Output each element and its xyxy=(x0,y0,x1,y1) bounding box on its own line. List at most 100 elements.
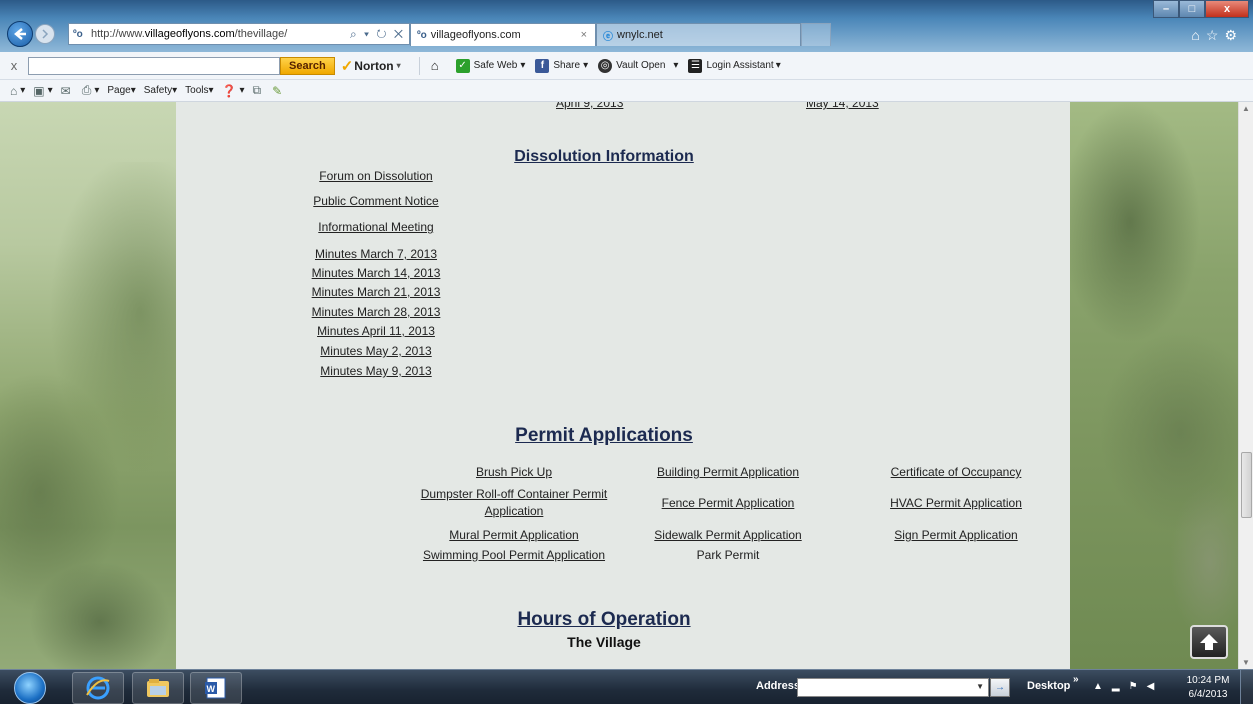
forward-button[interactable] xyxy=(35,24,55,44)
permit-cell: Swimming Pool Permit Application xyxy=(404,547,624,564)
permit-link[interactable]: Mural Permit Application xyxy=(449,528,578,542)
permit-link[interactable]: Dumpster Roll-off Container Permit Appli… xyxy=(421,487,608,518)
close-window-button[interactable]: x xyxy=(1205,0,1249,18)
permit-link[interactable]: Certificate of Occupancy xyxy=(891,465,1022,479)
minutes-link[interactable]: Minutes March 14, 2013 xyxy=(312,266,441,280)
norton-button[interactable]: ✓ Norton ▾ xyxy=(341,57,401,75)
chevron-down-icon: ▾ xyxy=(673,60,679,71)
vertical-scrollbar[interactable]: ▲ ▼ xyxy=(1238,102,1253,669)
show-desktop-button[interactable] xyxy=(1240,670,1253,704)
taskbar-explorer-button[interactable] xyxy=(132,672,184,704)
permit-link[interactable]: Sidewalk Permit Application xyxy=(654,528,801,542)
dissolution-link[interactable]: Forum on Dissolution xyxy=(319,169,432,183)
taskbar-desktop-label[interactable]: Desktop xyxy=(1027,680,1070,692)
tab-villageoflyons[interactable]: ºo villageoflyons.com × xyxy=(410,23,596,46)
feeds-command[interactable]: ▣ ▾ xyxy=(33,84,52,98)
dissolution-link-row: Minutes March 21, 2013 xyxy=(176,285,576,299)
permit-link[interactable]: Brush Pick Up xyxy=(476,465,552,479)
help-menu[interactable]: ❓ ▾ xyxy=(222,84,245,98)
minutes-link[interactable]: Minutes April 11, 2013 xyxy=(317,324,435,338)
safe-web-button[interactable]: ✓ Safe Web ▾ xyxy=(455,58,525,73)
address-bar[interactable]: ºo http://www.villageoflyons.com/thevill… xyxy=(68,23,410,45)
word-icon: W xyxy=(205,677,226,699)
cut-off-link-right[interactable]: May 14, 2013 xyxy=(806,102,879,110)
vault-open-button[interactable]: ◎ Vault Open ▾ xyxy=(598,58,679,73)
permit-link[interactable]: HVAC Permit Application xyxy=(890,496,1022,510)
home-icon[interactable]: ⌂ xyxy=(1191,27,1205,43)
permit-cell: Certificate of Occupancy xyxy=(846,464,1066,481)
taskbar-clock[interactable]: 10:24 PM 6/4/2013 xyxy=(1180,674,1236,702)
dissolution-link-row: Minutes May 9, 2013 xyxy=(176,364,576,378)
print-command[interactable]: ⎙ ▾ xyxy=(82,83,100,98)
scroll-down-icon[interactable]: ▼ xyxy=(1242,658,1250,667)
minutes-link[interactable]: Minutes March 7, 2013 xyxy=(315,247,437,261)
dissolution-link-row: Minutes April 11, 2013 xyxy=(176,324,576,338)
login-assistant-button[interactable]: ☰ Login Assistant ▾ xyxy=(688,58,781,73)
minutes-link[interactable]: Minutes March 21, 2013 xyxy=(312,285,441,299)
taskbar-ie-button[interactable] xyxy=(72,672,124,704)
toolbar-close-icon[interactable]: x xyxy=(0,58,28,73)
mail-command[interactable]: ✉ xyxy=(61,84,74,98)
close-tab-icon[interactable]: × xyxy=(581,29,587,41)
permit-cell: Sign Permit Application xyxy=(846,527,1066,544)
cut-off-link-left[interactable]: April 9, 2013 xyxy=(556,102,623,110)
permit-link[interactable]: Fence Permit Application xyxy=(662,496,795,510)
url-text[interactable]: http://www.villageoflyons.com/thevillage… xyxy=(91,28,287,40)
start-button[interactable] xyxy=(14,672,46,704)
minutes-link[interactable]: Minutes March 28, 2013 xyxy=(312,305,441,319)
chevron-down-icon: ▾ xyxy=(583,60,589,71)
hours-of-operation-heading: Hours of Operation xyxy=(517,609,691,630)
permit-link[interactable]: Sign Permit Application xyxy=(894,528,1017,542)
network-signal-icon[interactable]: ▂ xyxy=(1112,681,1129,692)
toolbar-expand-icon[interactable]: » xyxy=(1073,674,1079,685)
page-menu[interactable]: Page ▾ xyxy=(107,85,135,96)
minimize-button[interactable]: – xyxy=(1153,0,1179,18)
home-toolbar-button[interactable]: ⌂ xyxy=(428,58,446,73)
login-assistant-icon: ☰ xyxy=(688,58,703,73)
site-favicon-icon: ºo xyxy=(73,28,83,40)
volume-icon[interactable]: ◀ xyxy=(1147,681,1164,692)
permit-link[interactable]: Building Permit Application xyxy=(657,465,799,479)
gear-icon[interactable]: ⚙ xyxy=(1224,27,1243,43)
show-hidden-icons-icon[interactable]: ▲ xyxy=(1093,681,1112,692)
feeds-icon: ▣ xyxy=(33,83,45,98)
toolbar-search-input[interactable] xyxy=(28,56,280,75)
page-menu-label: Page xyxy=(107,85,131,96)
scrollbar-thumb[interactable] xyxy=(1241,452,1252,518)
action-center-flag-icon[interactable]: ⚑ xyxy=(1129,681,1147,692)
scroll-up-icon[interactable]: ▲ xyxy=(1242,104,1250,113)
minutes-link[interactable]: Minutes May 9, 2013 xyxy=(320,364,431,378)
back-button[interactable] xyxy=(7,21,33,47)
svg-text:W: W xyxy=(207,684,216,694)
new-tab-button[interactable] xyxy=(801,23,831,46)
dissolution-link[interactable]: Informational Meeting xyxy=(318,220,433,234)
taskbar-address-input[interactable]: ▼ xyxy=(797,678,989,697)
tools-menu[interactable]: Tools ▾ xyxy=(185,85,213,96)
permit-link[interactable]: Swimming Pool Permit Application xyxy=(423,548,605,562)
dissolution-link[interactable]: Public Comment Notice xyxy=(313,194,438,208)
toolbar-search-button[interactable]: Search xyxy=(280,56,335,75)
taskbar-word-button[interactable]: W xyxy=(190,672,242,704)
research-command[interactable]: ⧉ xyxy=(253,83,265,98)
favorites-star-icon[interactable]: ☆ xyxy=(1206,27,1225,43)
tab-wnylc[interactable]: ⓔ wnylc.net xyxy=(596,23,801,46)
home-command[interactable]: ⌂ ▾ xyxy=(10,84,25,98)
minutes-link[interactable]: Minutes May 2, 2013 xyxy=(320,344,431,358)
back-to-top-button[interactable] xyxy=(1190,625,1228,659)
share-button[interactable]: f Share ▾ xyxy=(535,58,589,73)
login-assistant-label: Login Assistant xyxy=(706,60,774,71)
edit-command[interactable]: ✎ xyxy=(272,84,285,98)
chevron-down-icon: ▾ xyxy=(239,85,245,96)
address-tools-icons[interactable]: ⌕ ▾ ↻ ✕ xyxy=(350,27,405,42)
permit-cell: Park Permit xyxy=(618,547,838,564)
chevron-down-icon: ▾ xyxy=(47,85,53,96)
safety-menu[interactable]: Safety ▾ xyxy=(144,85,177,96)
chevron-down-icon[interactable]: ▼ xyxy=(976,682,984,691)
clock-time: 10:24 PM xyxy=(1186,675,1230,686)
taskbar-go-button[interactable]: → xyxy=(990,678,1010,697)
print-icon: ⎙ xyxy=(81,83,92,97)
maximize-button[interactable]: □ xyxy=(1179,0,1205,18)
browser-icons: ⌂☆⚙ xyxy=(1191,27,1243,44)
safety-menu-label: Safety xyxy=(143,85,173,96)
up-arrow-icon xyxy=(1200,634,1218,650)
